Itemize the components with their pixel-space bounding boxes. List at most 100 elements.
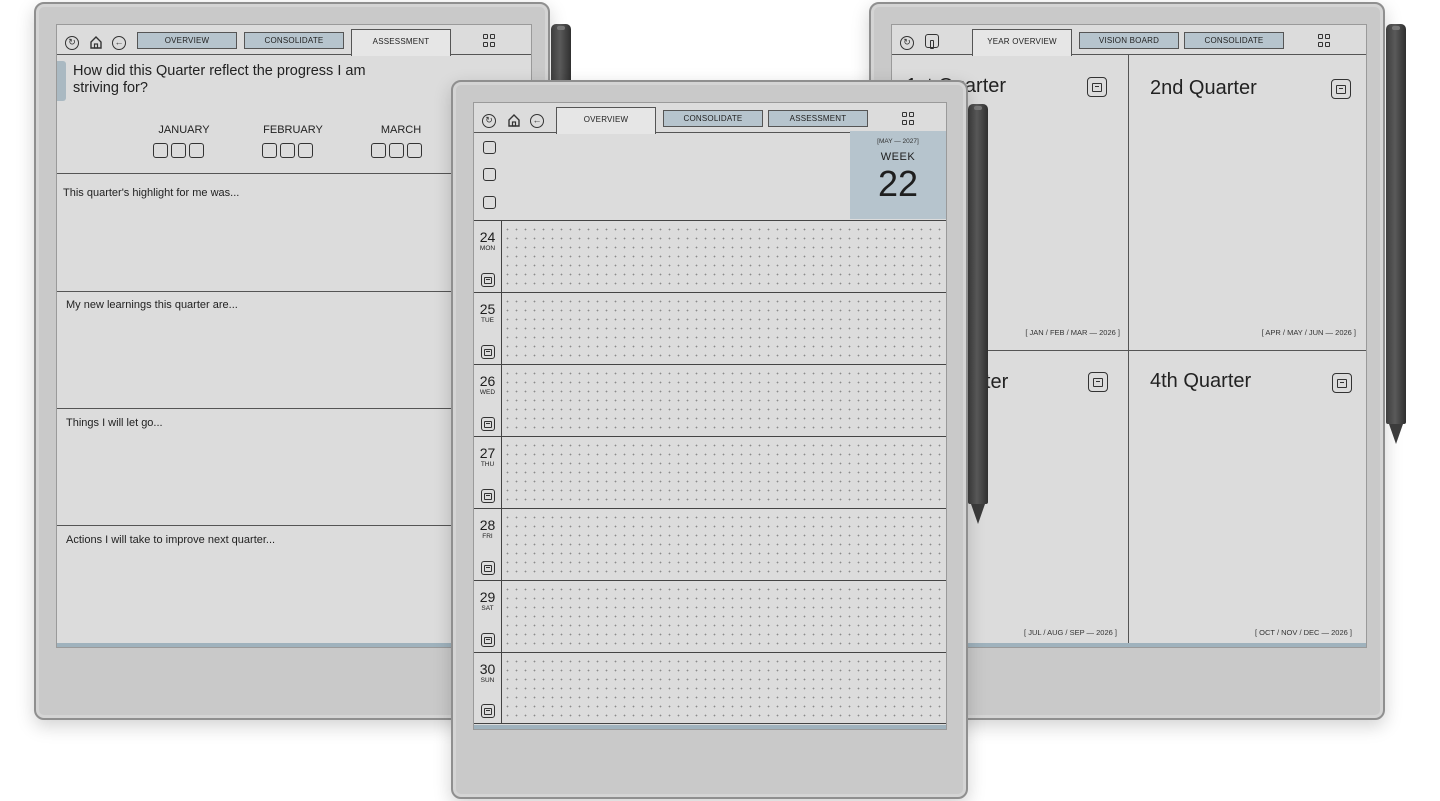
day-name: TUE: [481, 317, 494, 324]
tab-bar: ↻ YEAR OVERVIEW VISION BOARD CONSOLIDATE: [892, 25, 1366, 56]
dot-grid-area[interactable]: [503, 441, 942, 504]
day-row[interactable]: 25 TUE: [474, 292, 946, 364]
day-row[interactable]: 30 SUN: [474, 652, 946, 724]
day-label: 25 TUE: [474, 293, 502, 364]
weekly-screen: ↻ ← OVERVIEW CONSOLIDATE ASSESSMENT [MAY…: [473, 102, 947, 730]
day-label: 27 THU: [474, 437, 502, 508]
tab-bar: ↻ ← OVERVIEW CONSOLIDATE ASSESSMENT: [474, 103, 946, 134]
dot-grid-area[interactable]: [503, 585, 942, 648]
prompt-learnings[interactable]: My new learnings this quarter are...: [66, 299, 238, 311]
day-label: 24 MON: [474, 221, 502, 292]
apps-grid-icon[interactable]: [1318, 34, 1331, 47]
week-range: [MAY — 2027]: [877, 138, 919, 145]
tab-consolidate[interactable]: CONSOLIDATE: [244, 32, 344, 49]
task-checkbox[interactable]: [483, 141, 496, 154]
day-label: 28 FRI: [474, 509, 502, 580]
task-checkbox[interactable]: [483, 196, 496, 209]
day-number: 24: [479, 229, 496, 245]
calendar-icon[interactable]: [481, 273, 495, 287]
calendar-icon[interactable]: [1088, 372, 1108, 392]
february-checkboxes[interactable]: [262, 143, 313, 158]
dot-grid-area[interactable]: [503, 657, 942, 719]
day-row[interactable]: 24 MON: [474, 220, 946, 292]
prompt-let-go[interactable]: Things I will let go...: [66, 417, 163, 429]
apps-grid-icon[interactable]: [902, 112, 915, 125]
day-number: 27: [479, 445, 496, 461]
day-number: 29: [479, 589, 496, 605]
quarter-range-2: [ APR / MAY / JUN — 2026 ]: [1261, 328, 1356, 337]
calendar-icon[interactable]: [925, 34, 939, 49]
sync-icon[interactable]: ↻: [900, 36, 914, 50]
screen-bottom-strip: [474, 725, 946, 729]
task-checkbox[interactable]: [483, 168, 496, 181]
day-label: 30 SUN: [474, 653, 502, 723]
day-name: THU: [480, 461, 495, 468]
quarter-title-4: 4th Quarter: [1150, 370, 1252, 392]
week-badge: [MAY — 2027] WEEK 22: [850, 131, 946, 219]
day-number: 28: [479, 517, 496, 533]
dot-grid-area[interactable]: [503, 369, 942, 432]
sync-icon[interactable]: ↻: [65, 36, 79, 50]
dot-grid-area[interactable]: [503, 297, 942, 360]
tab-vision-board[interactable]: VISION BOARD: [1079, 32, 1179, 49]
day-number: 30: [479, 661, 496, 677]
day-name: MON: [479, 245, 496, 252]
calendar-icon[interactable]: [481, 561, 495, 575]
calendar-icon[interactable]: [1332, 373, 1352, 393]
question-marker: [57, 61, 66, 101]
tab-consolidate[interactable]: CONSOLIDATE: [1184, 32, 1284, 49]
day-row[interactable]: 26 WED: [474, 364, 946, 436]
dot-grid-area[interactable]: [503, 513, 942, 576]
calendar-icon[interactable]: [481, 704, 495, 718]
calendar-icon[interactable]: [481, 633, 495, 647]
tab-overview[interactable]: OVERVIEW: [556, 107, 656, 134]
prompt-highlight[interactable]: This quarter's highlight for me was...: [63, 187, 239, 199]
day-number: 25: [479, 301, 496, 317]
quarter-range-4: [ OCT / NOV / DEC — 2026 ]: [1255, 628, 1352, 637]
day-name: WED: [479, 389, 496, 396]
home-icon[interactable]: [507, 113, 521, 127]
tab-assessment[interactable]: ASSESSMENT: [768, 110, 868, 127]
calendar-icon[interactable]: [481, 345, 495, 359]
stylus-right: [1386, 24, 1406, 444]
tab-overview[interactable]: OVERVIEW: [137, 32, 237, 49]
quarter-title-2: 2nd Quarter: [1150, 77, 1257, 99]
calendar-icon[interactable]: [1331, 79, 1351, 99]
calendar-icon[interactable]: [481, 489, 495, 503]
march-checkboxes[interactable]: [371, 143, 422, 158]
quarter-range-1: [ JAN / FEB / MAR — 2026 ]: [1025, 328, 1120, 337]
sync-icon[interactable]: ↻: [482, 114, 496, 128]
back-icon[interactable]: ←: [530, 114, 544, 128]
day-row[interactable]: 28 FRI: [474, 508, 946, 580]
day-name: SAT: [481, 605, 494, 612]
calendar-icon[interactable]: [481, 417, 495, 431]
home-icon[interactable]: [89, 35, 103, 49]
week-label: WEEK: [880, 151, 916, 163]
stylus-left: [551, 24, 571, 104]
tab-bar: ↻ ← OVERVIEW CONSOLIDATE ASSESSMENT: [57, 25, 531, 56]
tab-year-overview[interactable]: YEAR OVERVIEW: [972, 29, 1072, 56]
dot-grid-area[interactable]: [503, 225, 942, 288]
back-icon[interactable]: ←: [112, 36, 126, 50]
apps-grid-icon[interactable]: [483, 34, 496, 47]
tab-consolidate[interactable]: CONSOLIDATE: [663, 110, 763, 127]
calendar-icon[interactable]: [1087, 77, 1107, 97]
stylus-center: [968, 104, 988, 524]
quarter-range-3: [ JUL / AUG / SEP — 2026 ]: [1024, 628, 1117, 637]
day-label: 26 WED: [474, 365, 502, 436]
tab-assessment[interactable]: ASSESSMENT: [351, 29, 451, 56]
day-row[interactable]: 29 SAT: [474, 580, 946, 652]
day-number: 26: [479, 373, 496, 389]
day-name: FRI: [482, 533, 493, 540]
day-row[interactable]: 27 THU: [474, 436, 946, 508]
month-march: MARCH: [380, 124, 422, 136]
day-name: SUN: [480, 677, 495, 684]
prompt-actions[interactable]: Actions I will take to improve next quar…: [66, 534, 275, 546]
quarter-question: How did this Quarter reflect the progres…: [73, 63, 366, 96]
divider: [1128, 55, 1129, 647]
january-checkboxes[interactable]: [153, 143, 204, 158]
week-number: 22: [877, 163, 919, 204]
month-january: JANUARY: [158, 124, 210, 136]
day-label: 29 SAT: [474, 581, 502, 652]
tablet-center: ↻ ← OVERVIEW CONSOLIDATE ASSESSMENT [MAY…: [451, 80, 968, 799]
